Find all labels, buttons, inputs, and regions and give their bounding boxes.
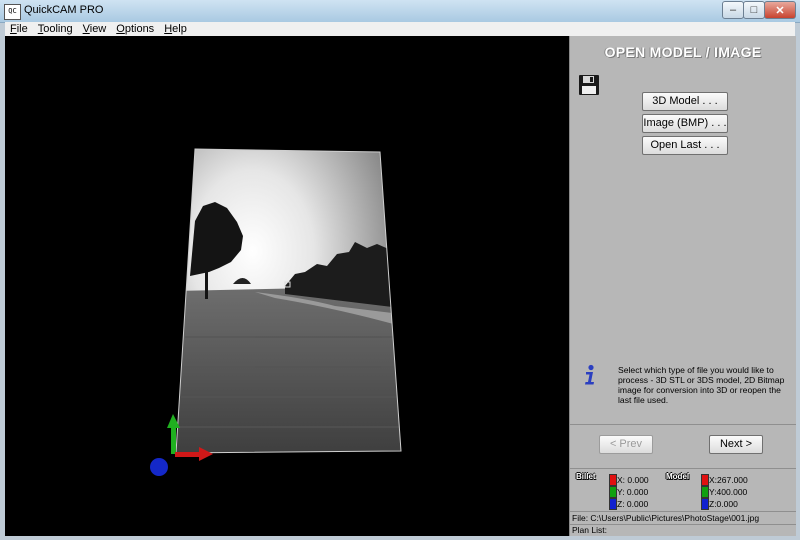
model-label: Model	[666, 472, 690, 481]
menu-options[interactable]: Options	[111, 22, 159, 36]
model-y-value: Y:400.000	[709, 487, 748, 497]
info-text: Select which type of file you would like…	[618, 365, 785, 405]
plan-list-status: Plan List:	[572, 525, 607, 535]
billet-y-value: Y: 0.000	[617, 487, 649, 497]
billet-label: Billet	[576, 472, 596, 481]
app-icon: QC	[4, 4, 21, 20]
scene-canvas	[150, 148, 402, 476]
minimize-button[interactable]: –	[722, 1, 744, 19]
model-x-value: X:267.000	[709, 475, 748, 485]
model-y-indicator	[701, 486, 709, 498]
x-axis-arrow-shaft	[175, 452, 201, 457]
open-3d-model-button[interactable]: 3D Model . . .	[642, 92, 728, 111]
menu-view[interactable]: View	[78, 22, 112, 36]
panel-divider	[570, 468, 796, 469]
photo-plane	[176, 149, 401, 453]
floppy-disk-icon	[579, 75, 599, 95]
info-icon	[585, 364, 594, 385]
billet-x-value: X: 0.000	[617, 475, 649, 485]
y-axis-arrow-shaft	[171, 426, 176, 454]
model-x-indicator	[701, 474, 709, 486]
open-last-button[interactable]: Open Last . . .	[642, 136, 728, 155]
z-axis-sphere	[150, 458, 168, 476]
panel-divider	[570, 511, 796, 512]
3d-viewport[interactable]	[5, 36, 569, 536]
model-z-indicator	[701, 498, 709, 510]
menu-help[interactable]: Help	[159, 22, 192, 36]
model-z-value: Z:0.000	[709, 499, 738, 509]
billet-y-indicator	[609, 486, 617, 498]
panel-divider	[570, 424, 796, 425]
title-bar: QC QuickCAM PRO – □ ✕	[0, 0, 800, 23]
open-image-bmp-button[interactable]: Image (BMP) . . .	[642, 114, 728, 133]
maximize-button[interactable]: □	[743, 1, 765, 19]
billet-x-indicator	[609, 474, 617, 486]
window-title: QuickCAM PRO	[24, 4, 104, 16]
file-path-status: File: C:\Users\Public\Pictures\PhotoStag…	[572, 513, 760, 523]
menu-tooling[interactable]: Tooling	[33, 22, 78, 36]
panel-title: OPEN MODEL / IMAGE	[604, 44, 762, 60]
close-button[interactable]: ✕	[764, 1, 796, 19]
menu-bar: File Tooling View Options Help	[5, 22, 795, 36]
wizard-panel: OPEN MODEL / IMAGE 3D Model . . . Image …	[569, 36, 796, 536]
billet-z-value: Z: 0.000	[617, 499, 649, 509]
menu-file[interactable]: File	[5, 22, 33, 36]
next-button[interactable]: Next >	[709, 435, 763, 454]
prev-button[interactable]: < Prev	[599, 435, 653, 454]
billet-z-indicator	[609, 498, 617, 510]
